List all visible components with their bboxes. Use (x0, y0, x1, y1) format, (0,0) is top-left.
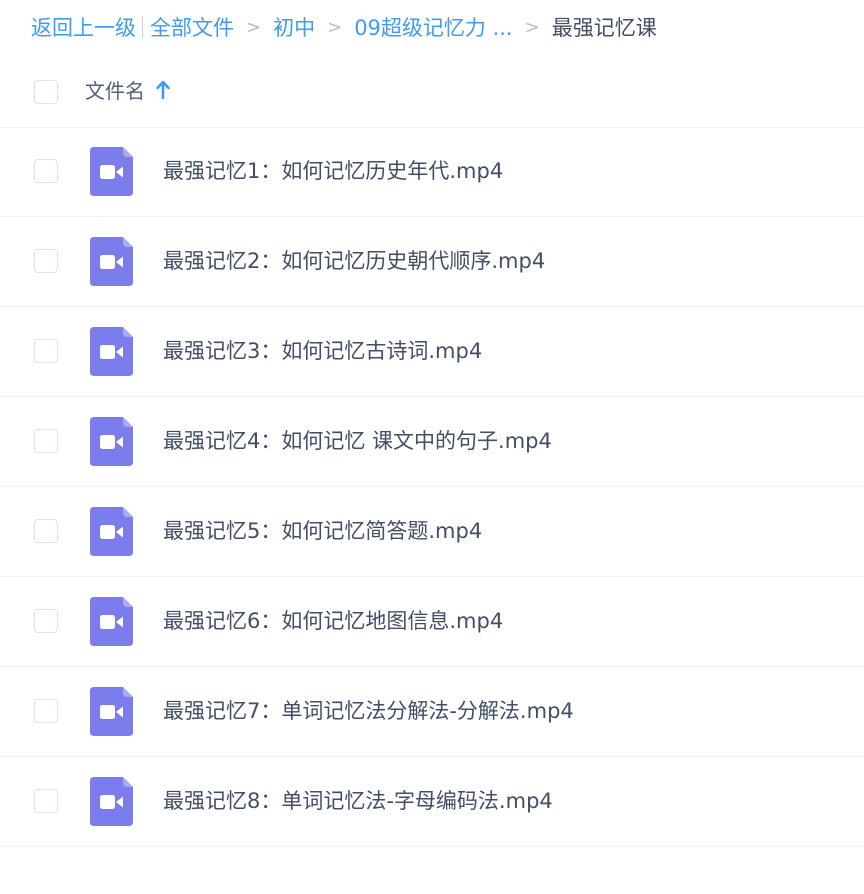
file-name[interactable]: 最强记忆2：如何记忆历史朝代顺序.mp4 (163, 245, 545, 275)
video-file-icon (90, 687, 133, 736)
video-file-icon (90, 237, 133, 286)
file-name[interactable]: 最强记忆4：如何记忆 课文中的句子.mp4 (163, 425, 552, 455)
file-row[interactable]: 最强记忆5：如何记忆简答题.mp4 (0, 487, 864, 577)
arrow-up-icon (156, 80, 170, 99)
video-file-icon (90, 777, 133, 826)
file-name[interactable]: 最强记忆6：如何记忆地图信息.mp4 (163, 605, 503, 635)
breadcrumb-item-super-memory[interactable]: 09超级记忆力 ... (354, 12, 512, 42)
breadcrumb-separator: > (327, 16, 343, 38)
video-file-icon (90, 327, 133, 376)
breadcrumb-current: 最强记忆课 (551, 16, 657, 40)
list-header: 文件名 (0, 55, 864, 128)
breadcrumb-separator: > (524, 16, 540, 38)
video-file-icon (90, 597, 133, 646)
file-row[interactable]: 最强记忆3：如何记忆古诗词.mp4 (0, 307, 864, 397)
file-name[interactable]: 最强记忆7：单词记忆法分解法-分解法.mp4 (163, 695, 574, 725)
row-checkbox[interactable] (34, 519, 58, 543)
row-checkbox[interactable] (34, 429, 58, 453)
video-file-icon (90, 507, 133, 556)
row-checkbox[interactable] (34, 339, 58, 363)
file-row[interactable]: 最强记忆1：如何记忆历史年代.mp4 (0, 127, 864, 217)
breadcrumb-item-all-files[interactable]: 全部文件 (150, 12, 234, 42)
video-file-icon (90, 417, 133, 466)
file-row[interactable]: 最强记忆8：单词记忆法-字母编码法.mp4 (0, 757, 864, 847)
select-all-checkbox[interactable] (34, 80, 58, 104)
breadcrumb-separator: > (246, 16, 262, 38)
file-name[interactable]: 最强记忆5：如何记忆简答题.mp4 (163, 515, 482, 545)
row-checkbox[interactable] (34, 609, 58, 633)
file-row[interactable]: 最强记忆7：单词记忆法分解法-分解法.mp4 (0, 667, 864, 757)
file-row[interactable]: 最强记忆4：如何记忆 课文中的句子.mp4 (0, 397, 864, 487)
file-row[interactable]: 最强记忆6：如何记忆地图信息.mp4 (0, 577, 864, 667)
breadcrumb-divider (142, 16, 143, 38)
breadcrumb: 返回上一级 全部文件 > 初中 > 09超级记忆力 ... > 最强记忆课 (31, 10, 657, 44)
row-checkbox[interactable] (34, 249, 58, 273)
back-link[interactable]: 返回上一级 (31, 12, 136, 42)
file-name[interactable]: 最强记忆3：如何记忆古诗词.mp4 (163, 335, 482, 365)
row-checkbox[interactable] (34, 159, 58, 183)
file-row[interactable]: 最强记忆2：如何记忆历史朝代顺序.mp4 (0, 217, 864, 307)
row-checkbox[interactable] (34, 789, 58, 813)
filename-column-label: 文件名 (85, 79, 145, 103)
file-name[interactable]: 最强记忆8：单词记忆法-字母编码法.mp4 (163, 785, 553, 815)
file-list: 最强记忆1：如何记忆历史年代.mp4 最强记忆2：如何记忆历史朝代顺序.mp4 … (0, 127, 864, 847)
video-file-icon (90, 147, 133, 196)
breadcrumb-item-junior-high[interactable]: 初中 (273, 12, 315, 42)
row-checkbox[interactable] (34, 699, 58, 723)
file-name[interactable]: 最强记忆1：如何记忆历史年代.mp4 (163, 155, 503, 185)
sort-by-filename[interactable]: 文件名 (85, 75, 170, 104)
